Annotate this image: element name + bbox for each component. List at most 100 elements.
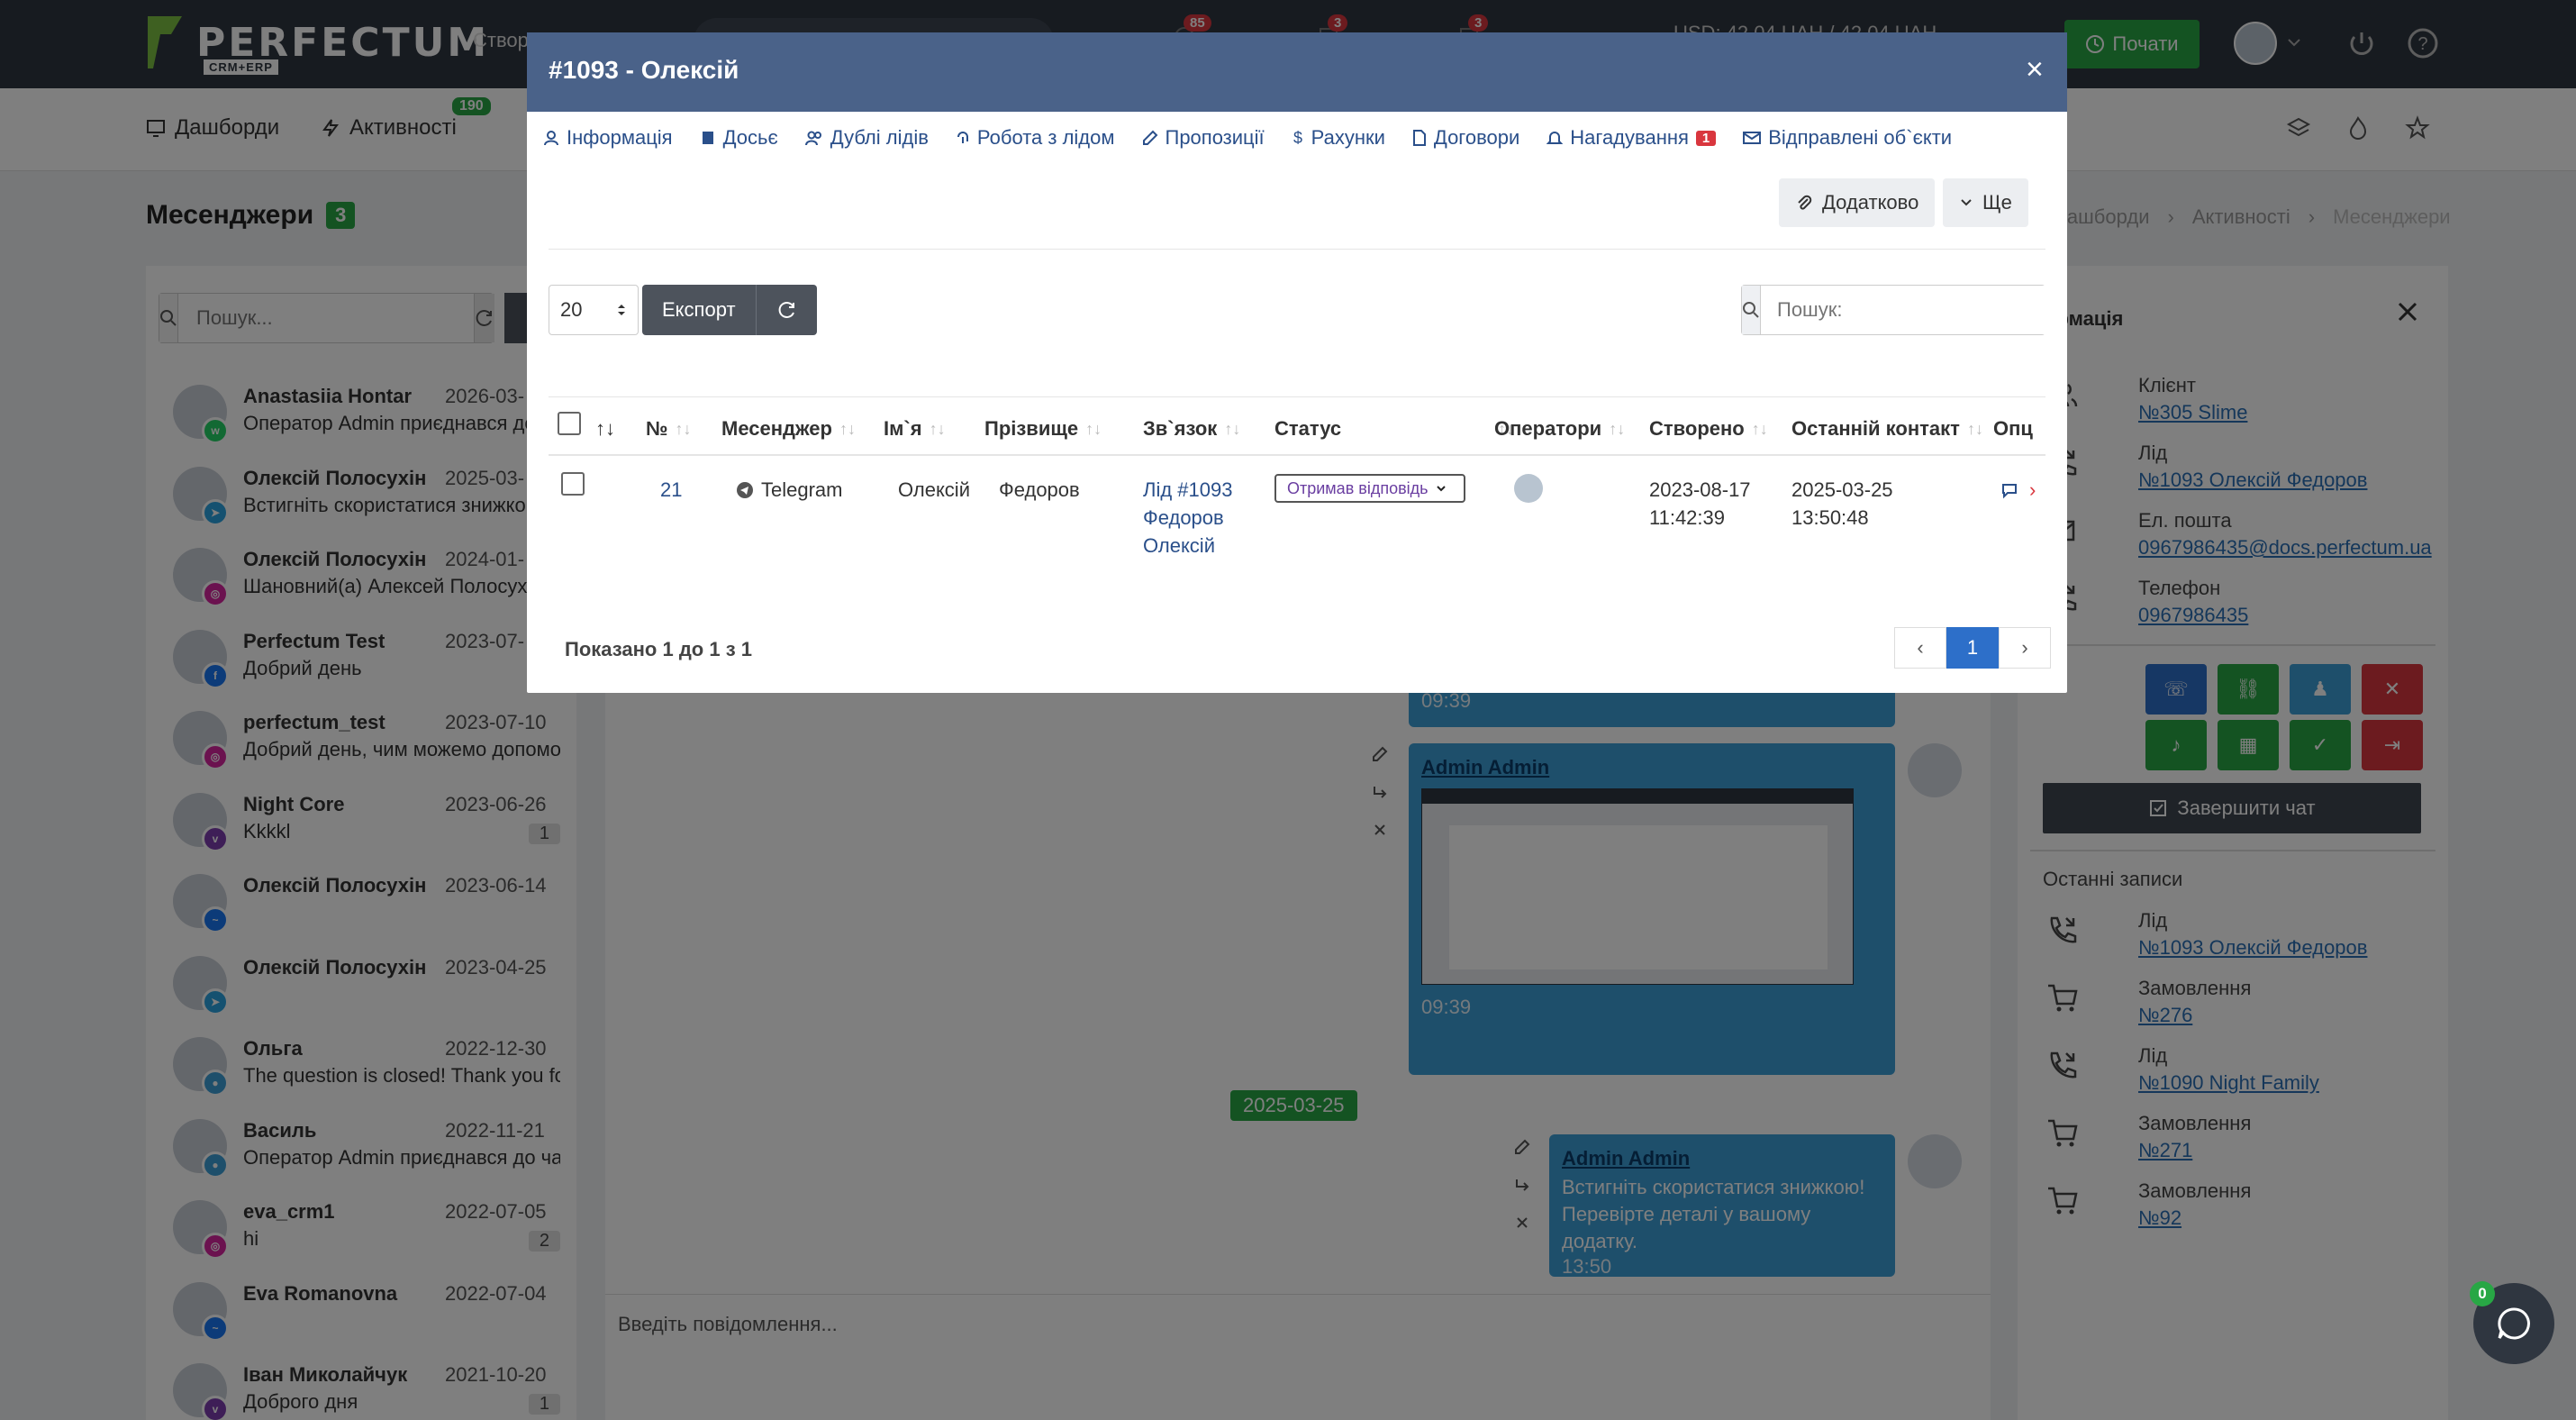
row-messenger: Telegram [736,476,842,504]
telegram-icon [737,481,753,498]
row-checkbox[interactable] [561,472,585,496]
dollar-icon: $ [1292,130,1304,146]
column-label: Месенджер [721,417,832,440]
refresh-table-button[interactable] [756,285,817,335]
modal-tab-label: Пропозиції [1165,126,1265,149]
page-size-select[interactable]: 20 [549,285,639,335]
chat-bubble-icon [2498,1307,2530,1340]
sort-toggle[interactable]: ↑↓ [595,417,615,441]
table-search [1741,285,2053,335]
sort-icon: ↑↓ [1751,419,1768,438]
modal-tab-label: Досьє [722,126,778,149]
sort-icon: ↑↓ [675,419,692,438]
modal-title: #1093 - Олексій [549,56,739,84]
pagination-next[interactable]: › [1999,627,2051,669]
modal-tab[interactable]: $ Рахунки [1292,126,1385,150]
row-first-name: Олексій [898,478,970,501]
modal-tab-label: Рахунки [1311,126,1385,149]
table-search-input[interactable] [1761,286,2053,334]
modal-tab[interactable]: Робота з лідом [956,126,1115,150]
modal-tab-label: Робота з лідом [976,126,1115,149]
modal-tab[interactable]: Інформація [543,126,673,150]
pencil-icon [1142,130,1158,146]
column-header-messenger[interactable]: Месенджер ↑↓ [721,417,856,441]
column-header-options[interactable]: Опц [1993,417,2045,441]
sort-icon: ↑↓ [1966,419,1983,438]
column-header-num[interactable]: № ↑↓ [646,417,692,441]
chevron-down-icon [1961,199,1972,206]
row-link-line: Олексій [1143,534,1215,557]
column-header-last-contact[interactable]: Останній контакт ↑↓ [1791,417,1983,441]
modal-tab-badge: 1 [1695,130,1717,146]
row-created: 2023-08-17 11:42:39 [1649,476,1751,532]
user-icon [543,130,559,146]
more-options-icon[interactable]: › [2029,476,2036,504]
more-button[interactable]: Ще [1943,178,2028,227]
modal-tab[interactable]: Дублі лідів [804,126,929,150]
column-header-created[interactable]: Створено ↑↓ [1649,417,1768,441]
column-header-link[interactable]: Зв`язок ↑↓ [1143,417,1240,441]
operator-avatar [1514,474,1543,503]
row-created-time: 11:42:39 [1649,506,1726,529]
modal-tab-label: Договори [1433,126,1520,149]
column-header-status[interactable]: Статус ↑↓ [1274,417,1514,441]
column-label: Зв`язок [1143,417,1218,440]
chat-widget-badge: 0 [2470,1281,2495,1306]
page-size-value: 20 [560,298,583,321]
modal-tab[interactable]: Нагадування 1 [1547,126,1717,150]
column-label: Оператори [1494,417,1602,440]
modal-tab-label: Інформація [567,126,673,149]
column-header-last-name[interactable]: Прізвище ↑↓ [984,417,1102,441]
modal-tab[interactable]: Досьє [700,126,778,150]
search-icon [1742,286,1761,334]
table-header: ↑↓ № ↑↓ Месенджер ↑↓ Ім`я ↑↓ Прізвище ↑↓ Зв`… [549,396,2045,456]
column-label: Опц [1993,417,2033,440]
chevron-down-icon [1436,486,1446,492]
column-header-operators[interactable]: Оператори ↑↓ [1494,417,1625,441]
lead-modal: #1093 - Олексій × Інформація Досьє Дублі… [527,32,2067,693]
pagination-prev[interactable]: ‹ [1894,627,1946,669]
sort-icon: ↑↓ [1224,419,1241,438]
row-last-name: Федоров [999,478,1080,501]
refresh-icon [778,302,794,318]
column-label: Прізвище [984,417,1079,440]
modal-tab-label: Відправлені об`єкти [1768,126,1953,149]
row-num[interactable]: 21 [660,476,682,504]
row-link-line: Лід #1093 [1143,478,1233,501]
status-select[interactable]: Отримав відповідь [1274,474,1465,503]
additional-button[interactable]: Додатково [1779,178,1936,227]
sort-icon: ↑↓ [839,419,856,438]
chat-link-icon[interactable] [2000,481,2018,499]
sort-icon: ↑↓ [929,419,946,438]
modal-header: #1093 - Олексій × [527,32,2067,112]
envelope-icon [1743,131,1762,145]
modal-close-icon[interactable]: × [2026,54,2044,85]
pagination-page[interactable]: 1 [1946,627,1999,669]
column-label: № [646,417,668,440]
modal-tab[interactable]: Договори [1412,126,1519,150]
svg-text:$: $ [1293,130,1302,146]
row-link-line: Федоров [1143,506,1224,529]
document-icon [1412,130,1427,146]
divider [549,249,2045,250]
row-created-date: 2023-08-17 [1649,478,1751,501]
paperclip-icon [1798,195,1812,210]
table-row[interactable]: 21 Telegram Олексій Федоров Лід #1093 Фе… [549,456,2045,564]
sort-icon: ↑↓ [595,417,615,440]
table-info: Показано 1 до 1 з 1 [565,638,752,660]
sort-select-icon [618,305,625,315]
row-link[interactable]: Лід #1093 Федоров Олексій [1143,476,1232,560]
select-all-checkbox[interactable] [558,412,581,435]
modal-tab[interactable]: Відправлені об`єкти [1743,126,1952,150]
row-last-contact-time: 13:50:48 [1791,506,1869,529]
additional-button-label: Додатково [1822,191,1919,214]
modal-tab[interactable]: Пропозиції [1142,126,1265,150]
modal-tab-label: Дублі лідів [830,126,929,149]
fingerprint-icon [956,130,970,146]
column-label: Ім`я [884,417,922,440]
bell-icon [1547,130,1564,146]
sort-icon: ↑↓ [1609,419,1626,438]
pagination: ‹ 1 › [1894,627,2051,669]
column-header-first-name[interactable]: Ім`я ↑↓ [884,417,946,441]
book-icon [700,130,716,146]
